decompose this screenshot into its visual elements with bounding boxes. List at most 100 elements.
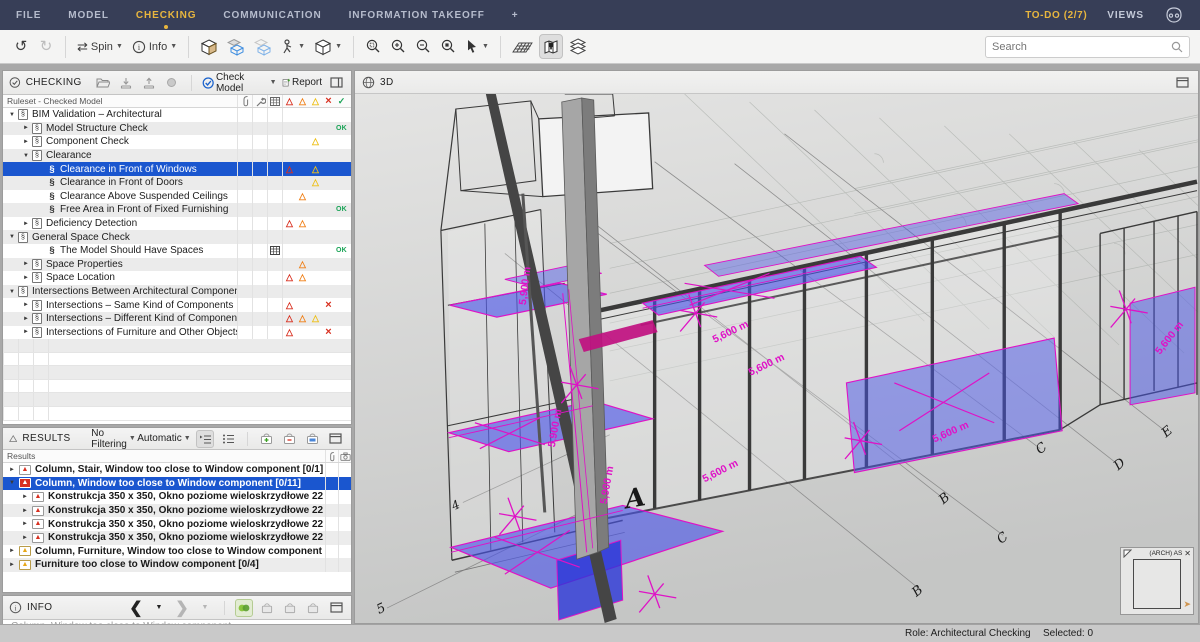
ruleset-row[interactable]: ▼§General Space Check	[3, 230, 351, 244]
undo-button[interactable]: ↺	[10, 34, 32, 59]
filter-dropdown[interactable]: No Filtering ▼	[92, 430, 134, 448]
expander-icon[interactable]: ▼	[6, 234, 18, 240]
expander-icon[interactable]: ►	[6, 562, 18, 568]
ruleset-row[interactable]: ►§Space Location△△	[3, 271, 351, 285]
menu-item-information-takeoff[interactable]: INFORMATION TAKEOFF	[349, 10, 485, 21]
hide-cube-button[interactable]	[224, 34, 248, 59]
basket-button-3[interactable]	[304, 599, 322, 617]
basket-button-1[interactable]	[258, 599, 276, 617]
reject-result-button[interactable]	[281, 430, 299, 448]
rule-row[interactable]: §Clearance Above Suspended Ceilings△	[3, 190, 351, 204]
expander-icon[interactable]: ▼	[6, 289, 18, 295]
ruleset-row[interactable]: ►§Intersections – Different Kind of Comp…	[3, 312, 351, 326]
menu-item-[interactable]: +	[512, 10, 519, 21]
expander-icon[interactable]: ►	[19, 535, 31, 541]
result-row[interactable]: ►▲Konstrukcja 350 x 350, Okno poziome wi…	[3, 504, 351, 518]
ruleset-row[interactable]: ▼§BIM Validation – Architectural	[3, 108, 351, 122]
zoom-in-button[interactable]	[387, 34, 409, 59]
spin-tool-button[interactable]: ⇄ Spin ▼	[74, 34, 126, 59]
ruleset-row[interactable]: ►§Component Check△	[3, 135, 351, 149]
zoom-select-button[interactable]	[362, 34, 384, 59]
open-ruleset-button[interactable]	[94, 74, 112, 92]
zoom-out-button[interactable]	[412, 34, 434, 59]
report-button[interactable]: Report	[282, 74, 323, 92]
expander-icon[interactable]: ►	[19, 494, 31, 500]
zoom-fit-button[interactable]	[437, 34, 459, 59]
import-ruleset-button[interactable]	[117, 74, 135, 92]
ruleset-row[interactable]: ▼§Intersections Between Architectural Co…	[3, 285, 351, 299]
highlight-components-button[interactable]	[235, 599, 253, 617]
accept-result-button[interactable]	[258, 430, 276, 448]
expander-icon[interactable]: ▼	[20, 153, 32, 159]
walk-mode-button[interactable]: ▼	[278, 34, 308, 59]
result-row[interactable]: ▼▲Column, Window too close to Window com…	[3, 477, 351, 491]
expander-icon[interactable]: ►	[20, 302, 32, 308]
results-panel-layout-button[interactable]	[327, 430, 345, 448]
expander-icon[interactable]: ►	[20, 275, 32, 281]
record-button[interactable]	[163, 74, 181, 92]
expander-icon[interactable]: ►	[20, 329, 32, 335]
ruleset-row[interactable]: ►§Intersections of Furniture and Other O…	[3, 326, 351, 340]
close-icon[interactable]: ✕	[1184, 550, 1191, 558]
rule-row[interactable]: §Clearance in Front of Doors△	[3, 176, 351, 190]
menu-item-checking[interactable]: CHECKING	[136, 10, 197, 21]
fill-basket-button[interactable]	[304, 430, 322, 448]
ruleset-row[interactable]: ►§Deficiency Detection△△	[3, 217, 351, 231]
rule-row[interactable]: §The Model Should Have SpacesOK	[3, 244, 351, 258]
views-menu[interactable]: VIEWS	[1107, 10, 1144, 21]
result-row[interactable]: ►▲Konstrukcja 350 x 350, Okno poziome wi…	[3, 490, 351, 504]
section-minimap[interactable]: (ARCH) AS ✕ ➤	[1120, 547, 1194, 615]
expander-icon[interactable]: ►	[19, 521, 31, 527]
rule-row[interactable]: §Clearance in Front of Windows△△	[3, 162, 351, 176]
menu-item-model[interactable]: MODEL	[68, 10, 109, 21]
expander-icon[interactable]: ▼	[6, 112, 18, 118]
check-model-button[interactable]: Check Model ▼	[202, 74, 277, 92]
expander-icon[interactable]: ►	[19, 508, 31, 514]
export-ruleset-button[interactable]	[140, 74, 158, 92]
model-3d-scene[interactable]: 5,900 m5,900 m5,900 m5,600 m5,600 m5,600…	[355, 94, 1198, 623]
show-all-cube-button[interactable]	[197, 34, 221, 59]
transparent-cube-button[interactable]	[251, 34, 275, 59]
next-dropdown[interactable]: ▼	[196, 599, 214, 617]
next-item-button[interactable]: ❯	[173, 599, 191, 617]
prev-item-button[interactable]: ❮	[127, 599, 145, 617]
expander-icon[interactable]: ►	[6, 548, 18, 554]
ruleset-row[interactable]: ►§Space Properties△	[3, 258, 351, 272]
expander-icon[interactable]: ►	[20, 125, 32, 131]
expander-icon[interactable]: ►	[20, 261, 32, 267]
view-cube-button[interactable]: ▼	[311, 34, 345, 59]
expander-icon[interactable]: ▼	[6, 480, 18, 486]
ruleset-row[interactable]: ▼§Clearance	[3, 149, 351, 163]
rule-row[interactable]: §Free Area in Front of Fixed FurnishingO…	[3, 203, 351, 217]
redo-button[interactable]: ↻	[35, 34, 57, 59]
section-plane-button[interactable]	[509, 34, 536, 59]
result-row[interactable]: ►▲Furniture too close to Window componen…	[3, 558, 351, 572]
expander-icon[interactable]: ►	[20, 139, 32, 145]
search-input[interactable]	[992, 41, 1167, 53]
expander-icon[interactable]: ►	[6, 467, 18, 473]
result-row[interactable]: ►▲Konstrukcja 350 x 350, Okno poziome wi…	[3, 517, 351, 531]
result-row[interactable]: ►▲Column, Furniture, Window too close to…	[3, 545, 351, 559]
layers-button[interactable]	[566, 34, 590, 59]
info-panel-layout-button[interactable]	[327, 599, 345, 617]
menu-item-file[interactable]: FILE	[16, 10, 41, 21]
floor-plan-map-button[interactable]	[539, 34, 563, 59]
checking-panel-layout-button[interactable]	[327, 74, 345, 92]
result-row[interactable]: ►▲Column, Stair, Window too close to Win…	[3, 463, 351, 477]
basket-button-2[interactable]	[281, 599, 299, 617]
expander-icon[interactable]: ►	[20, 316, 32, 322]
menu-item-communication[interactable]: COMMUNICATION	[223, 10, 321, 21]
result-row[interactable]: ►▲Konstrukcja 350 x 350, Okno poziome wi…	[3, 531, 351, 545]
ruleset-row[interactable]: ►§Intersections – Same Kind of Component…	[3, 298, 351, 312]
list-view-button[interactable]	[219, 430, 237, 448]
expander-icon[interactable]: ►	[20, 221, 32, 227]
todo-counter[interactable]: TO-DO (2/7)	[1025, 10, 1087, 21]
info-tool-button[interactable]: i Info ▼	[129, 34, 180, 59]
pointer-tool-button[interactable]: ▼	[462, 34, 492, 59]
prev-dropdown[interactable]: ▼	[150, 599, 168, 617]
mode-dropdown[interactable]: Automatic ▼	[140, 430, 187, 448]
fix-cell	[252, 258, 267, 272]
viewport-layout-button[interactable]	[1173, 73, 1191, 91]
ruleset-row[interactable]: ►§Model Structure CheckOK	[3, 122, 351, 136]
tree-view-button[interactable]	[196, 430, 214, 448]
